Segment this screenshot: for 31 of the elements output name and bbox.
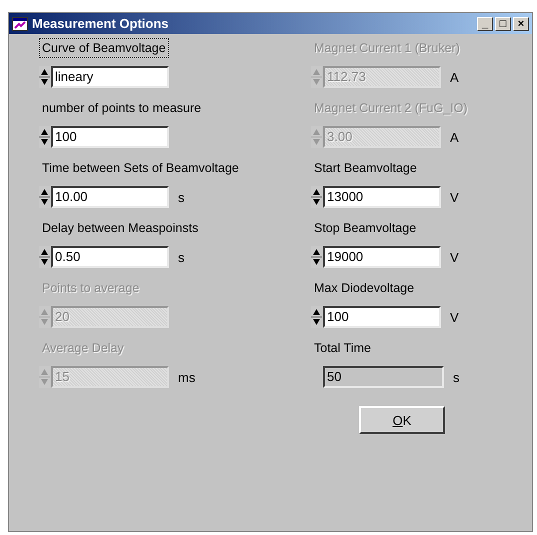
readout-field: 50 xyxy=(323,366,444,388)
number-field[interactable]: 0.50 xyxy=(51,246,169,268)
field-label: number of points to measure xyxy=(41,100,202,117)
close-button[interactable]: × xyxy=(513,16,529,30)
unit-label: s xyxy=(453,370,460,384)
number-field[interactable]: 100 xyxy=(51,126,169,148)
maximize-button[interactable]: □ xyxy=(495,16,511,30)
number-field[interactable]: 19000 xyxy=(323,246,441,268)
number-field[interactable]: lineary xyxy=(51,66,169,88)
number-field[interactable]: 10.00 xyxy=(51,186,169,208)
unit-label: V xyxy=(450,310,459,324)
unit-label: s xyxy=(178,190,184,204)
unit-label: A xyxy=(450,130,459,144)
app-icon xyxy=(12,16,28,30)
field-label: Total Time xyxy=(313,340,372,357)
unit-label: V xyxy=(450,190,459,204)
field-label: Max Diodevoltage xyxy=(313,280,416,297)
field-label: Curve of Beamvoltage xyxy=(39,38,169,58)
number-field[interactable]: 100 xyxy=(323,306,441,328)
minimize-button[interactable]: _ xyxy=(477,16,493,30)
unit-label: s xyxy=(178,250,184,264)
unit-label: A xyxy=(450,70,459,84)
field-label: Delay between Measpoinsts xyxy=(41,220,200,237)
unit-label: V xyxy=(450,250,459,264)
unit-label: ms xyxy=(178,370,196,384)
field-label: Start Beamvoltage xyxy=(313,160,418,177)
number-field[interactable]: 13000 xyxy=(323,186,441,208)
window-title: Measurement Options xyxy=(32,16,170,31)
field-label: Time between Sets of Beamvoltage xyxy=(41,160,240,177)
field-label: Stop Beamvoltage xyxy=(313,220,418,237)
ok-button[interactable]: OK xyxy=(359,406,445,434)
